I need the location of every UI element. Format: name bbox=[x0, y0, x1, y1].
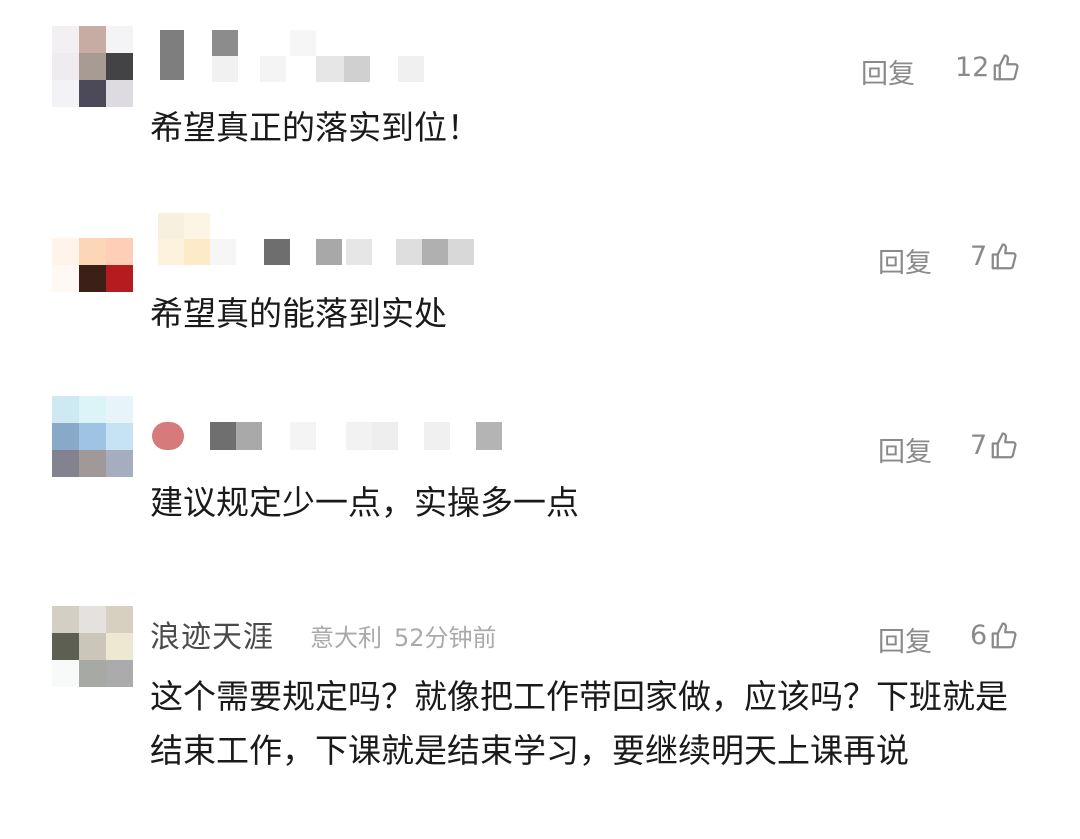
like-count: 12 bbox=[955, 52, 990, 83]
avatar[interactable] bbox=[52, 26, 133, 107]
comment-text: 建议规定少一点，实操多一点 bbox=[150, 483, 579, 522]
comment-meta: 意大利 52分钟前 bbox=[310, 618, 497, 653]
reply-button[interactable]: 回复 bbox=[861, 52, 915, 91]
avatar[interactable] bbox=[52, 606, 133, 687]
timestamp: 52分钟前 bbox=[394, 624, 497, 652]
thumbs-up-icon bbox=[993, 53, 1019, 80]
like-count: 7 bbox=[970, 430, 988, 461]
username[interactable]: 浪迹天涯 bbox=[150, 612, 274, 656]
reply-button[interactable]: 回复 bbox=[878, 430, 932, 469]
avatar[interactable] bbox=[52, 211, 133, 292]
thumbs-up-icon bbox=[991, 431, 1017, 458]
comment-text: 希望真正的落实到位！ bbox=[150, 108, 480, 147]
location-label: 意大利 bbox=[310, 624, 382, 652]
like-button[interactable]: 12 bbox=[955, 52, 1021, 83]
like-count: 6 bbox=[970, 620, 988, 651]
username-blurred[interactable] bbox=[150, 211, 530, 271]
reply-button[interactable]: 回复 bbox=[878, 241, 932, 280]
reply-button[interactable]: 回复 bbox=[878, 620, 932, 659]
like-count: 7 bbox=[970, 241, 988, 272]
like-button[interactable]: 7 bbox=[970, 241, 1019, 272]
comment-text: 这个需要规定吗？就像把工作带回家做，应该吗？下班就是结束工作，下课就是结束学习，… bbox=[150, 677, 1008, 770]
username-blurred[interactable] bbox=[150, 26, 530, 86]
like-button[interactable]: 6 bbox=[970, 620, 1019, 651]
thumbs-up-icon bbox=[991, 621, 1017, 648]
comment-text: 希望真的能落到实处 bbox=[150, 294, 447, 333]
thumbs-up-icon bbox=[991, 242, 1017, 269]
like-button[interactable]: 7 bbox=[970, 430, 1019, 461]
avatar[interactable] bbox=[52, 396, 133, 477]
username-blurred[interactable] bbox=[150, 396, 530, 456]
